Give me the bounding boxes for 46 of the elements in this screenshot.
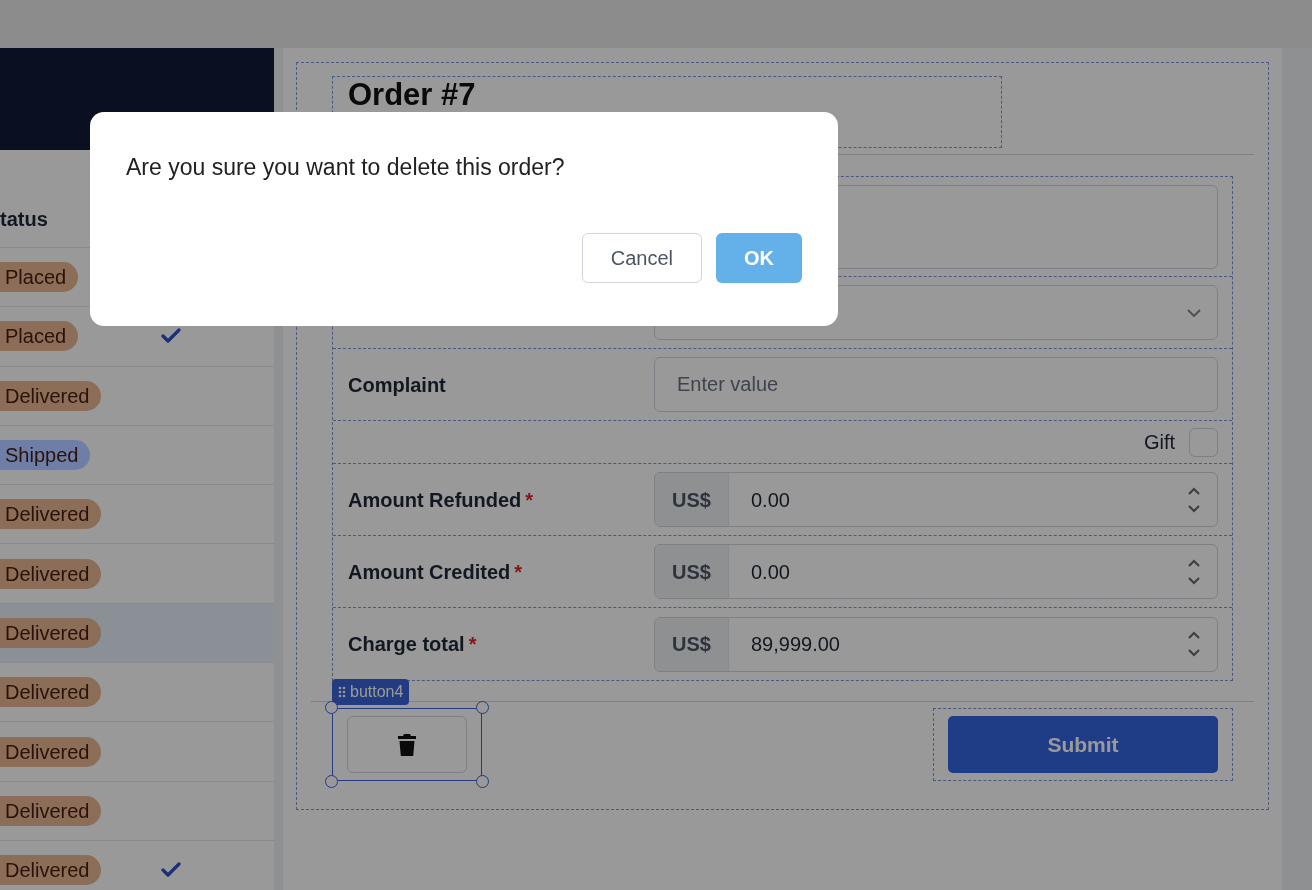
status-tag: Shipped	[0, 440, 91, 471]
required-mark: *	[468, 632, 477, 657]
status-tag: Delivered	[0, 380, 102, 411]
chevron-down-icon	[1187, 308, 1201, 317]
required-mark: *	[525, 487, 534, 513]
currency-prefix: US$	[655, 617, 729, 671]
status-tag: Placed	[0, 321, 79, 352]
delete-button[interactable]	[347, 716, 467, 773]
column-header: tatus	[0, 206, 48, 232]
field-value: 0.00	[750, 487, 791, 513]
number-field[interactable]: US$ 89,999.00	[654, 616, 1218, 672]
resize-handle[interactable]	[476, 701, 489, 714]
required-mark: *	[514, 559, 522, 585]
dialog-message: Are you sure you want to delete this order?	[126, 153, 566, 182]
status-tag: Delivered	[0, 795, 102, 826]
currency-prefix: US$	[655, 473, 729, 526]
status-tag: Delivered	[0, 499, 102, 530]
status-tag: Delivered	[0, 617, 102, 648]
field-label: Complaint	[348, 372, 446, 398]
status-tag: Delivered	[0, 736, 102, 767]
checkbox[interactable]	[1189, 427, 1218, 457]
status-tag: Delivered	[0, 855, 102, 886]
resize-handle[interactable]	[325, 775, 338, 788]
ok-button[interactable]: OK	[716, 232, 802, 283]
component-tag[interactable]: button4	[332, 679, 410, 705]
cancel-button[interactable]: Cancel	[581, 232, 702, 283]
number-field[interactable]: US$ 0.00	[654, 544, 1218, 599]
trash-icon	[398, 733, 416, 756]
number-field[interactable]: US$ 0.00	[654, 472, 1218, 527]
stepper-icon[interactable]	[1187, 629, 1201, 659]
field-value: 0.00	[750, 559, 791, 585]
status-tag: Delivered	[0, 558, 102, 589]
form-title: Order #7	[348, 77, 477, 110]
drag-handle-icon	[338, 686, 346, 698]
status-tag: Delivered	[0, 677, 102, 708]
field-label: Charge total	[348, 632, 465, 657]
submit-button[interactable]: Submit	[948, 716, 1218, 773]
field-value: 89,999.00	[750, 632, 841, 657]
field-label: Amount Refunded	[348, 487, 522, 513]
resize-handle[interactable]	[476, 775, 489, 788]
field-label: Amount Credited	[348, 559, 511, 585]
currency-prefix: US$	[655, 545, 729, 598]
table-row[interactable]: Delivered	[0, 603, 274, 664]
input-field[interactable]: Enter value	[654, 357, 1218, 412]
status-tag: Placed	[0, 262, 79, 293]
checkbox-label: Gift	[1143, 430, 1175, 455]
